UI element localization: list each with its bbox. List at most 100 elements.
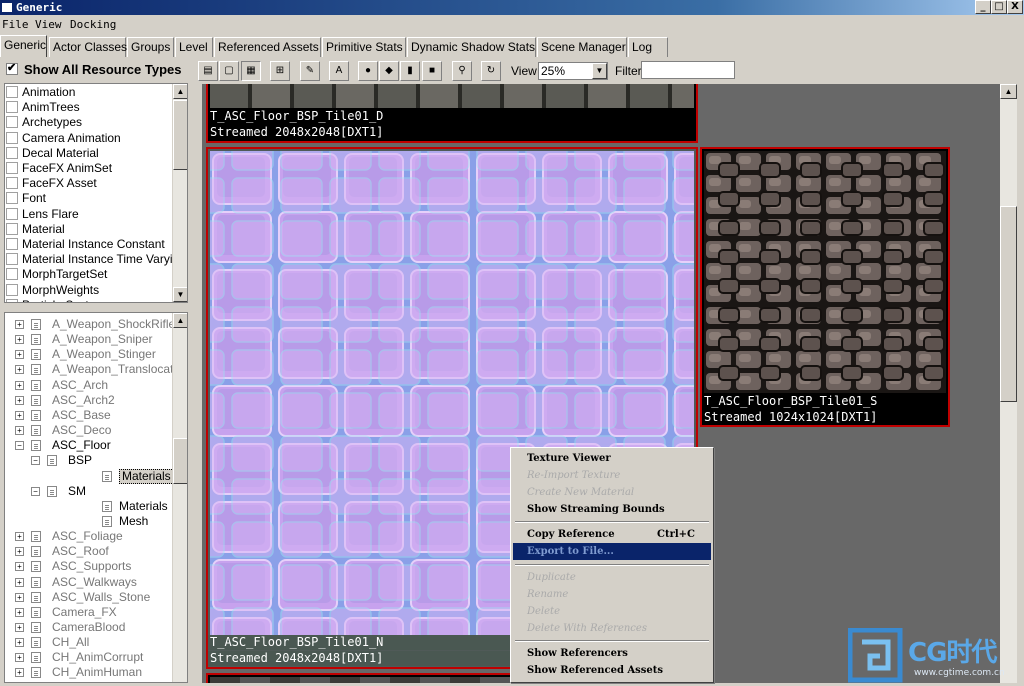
- tab-level[interactable]: Level: [175, 37, 213, 57]
- menu-item-delete-refs[interactable]: Delete With References: [513, 620, 711, 637]
- tree-item[interactable]: + ASC_Deco: [5, 423, 171, 438]
- resource-type-checkbox[interactable]: [6, 283, 18, 296]
- browser-scroll-thumb[interactable]: [1000, 206, 1017, 402]
- resource-list-scrollbar[interactable]: ▲ ▼: [172, 84, 187, 302]
- menu-item-show-referenced[interactable]: Show Referenced Assets: [513, 662, 711, 679]
- tab-groups[interactable]: Groups: [127, 37, 174, 57]
- resource-type-item[interactable]: AnimTrees: [5, 100, 175, 115]
- preview-view-icon[interactable]: ▢: [219, 61, 239, 81]
- tab-log[interactable]: Log: [628, 37, 668, 57]
- tab-primitive-stats[interactable]: Primitive Stats: [322, 37, 406, 57]
- collapse-icon[interactable]: −: [31, 486, 40, 496]
- binoculars-icon[interactable]: ⚲: [452, 61, 472, 81]
- scroll-thumb[interactable]: [173, 100, 187, 170]
- resource-type-checkbox[interactable]: [6, 86, 18, 98]
- resource-type-checkbox[interactable]: [6, 268, 18, 281]
- scroll-up-icon[interactable]: ▲: [173, 84, 187, 99]
- tree-item[interactable]: + CH_AnimCorrupt: [5, 650, 171, 665]
- tree-scroll-thumb[interactable]: [173, 438, 187, 484]
- tab-scene-manager[interactable]: Scene Manager: [537, 37, 627, 57]
- resource-type-checkbox[interactable]: [6, 238, 18, 250]
- tree-item[interactable]: + ASC_Arch: [5, 378, 171, 393]
- tree-item[interactable]: − SM: [5, 484, 171, 499]
- collapse-icon[interactable]: −: [31, 456, 40, 466]
- view-zoom-select[interactable]: 25% ▼: [538, 62, 608, 80]
- tree-item[interactable]: Materials: [5, 499, 171, 514]
- tab-referenced-assets[interactable]: Referenced Assets: [214, 37, 321, 57]
- show-all-checkbox[interactable]: [6, 61, 18, 75]
- close-button[interactable]: X: [1007, 0, 1023, 14]
- tree-item[interactable]: + ASC_Supports: [5, 559, 171, 574]
- resource-type-item[interactable]: MorphWeights: [5, 283, 175, 298]
- expand-icon[interactable]: +: [15, 320, 24, 329]
- resource-type-item[interactable]: FaceFX AnimSet: [5, 161, 175, 176]
- menu-item-show-streaming[interactable]: Show Streaming Bounds: [513, 501, 711, 518]
- tab-actor-classes[interactable]: Actor Classes: [49, 37, 127, 57]
- tree-item[interactable]: + Camera_FX: [5, 605, 171, 620]
- maximize-button[interactable]: □: [991, 0, 1007, 14]
- menu-item-export[interactable]: Export to File...: [513, 543, 711, 560]
- resource-type-checkbox[interactable]: [6, 116, 18, 129]
- thumbnail-view-icon[interactable]: ▦: [241, 61, 261, 81]
- expand-icon[interactable]: +: [15, 668, 24, 678]
- resource-type-item[interactable]: Font: [5, 191, 175, 206]
- expand-icon[interactable]: +: [15, 592, 24, 602]
- menu-item-duplicate[interactable]: Duplicate: [513, 569, 711, 586]
- resource-type-item[interactable]: FaceFX Asset: [5, 176, 175, 191]
- resource-type-checkbox[interactable]: [6, 101, 18, 114]
- plane-icon[interactable]: ■: [422, 61, 442, 81]
- asset-tile-diffuse[interactable]: T_ASC_Floor_BSP_Tile01_D Streamed 2048x2…: [206, 84, 698, 143]
- expand-icon[interactable]: +: [15, 335, 24, 345]
- expand-icon[interactable]: +: [15, 562, 24, 572]
- tree-item[interactable]: + ASC_Arch2: [5, 393, 171, 408]
- tree-item[interactable]: Materials: [5, 468, 174, 484]
- resource-type-item[interactable]: Material Instance Constant: [5, 237, 175, 252]
- sphere-icon[interactable]: ●: [358, 61, 378, 81]
- browser-scrollbar[interactable]: ▲: [1000, 84, 1017, 683]
- text-icon[interactable]: A: [329, 61, 349, 81]
- resource-type-checkbox[interactable]: [6, 146, 18, 159]
- tree-item[interactable]: + A_Weapon_Translocator: [5, 362, 184, 377]
- expand-icon[interactable]: +: [15, 547, 24, 557]
- minimize-button[interactable]: _: [975, 0, 991, 14]
- expand-icon[interactable]: +: [15, 350, 24, 360]
- expand-icon[interactable]: +: [15, 426, 24, 436]
- resource-type-checkbox[interactable]: [6, 162, 18, 174]
- tree-item[interactable]: − ASC_Floor: [5, 438, 171, 453]
- resource-type-checkbox[interactable]: [6, 131, 18, 144]
- tree-item[interactable]: − BSP: [5, 453, 171, 468]
- menu-item-show-referencers[interactable]: Show Referencers: [513, 645, 711, 662]
- resource-type-item[interactable]: Archetypes: [5, 115, 175, 130]
- menu-file[interactable]: File: [2, 18, 29, 31]
- browser-scroll-up-icon[interactable]: ▲: [1000, 84, 1017, 99]
- resource-type-item[interactable]: Decal Material: [5, 146, 175, 161]
- resource-type-item[interactable]: Animation: [5, 85, 175, 100]
- resource-type-checkbox[interactable]: [6, 177, 18, 190]
- menu-item-texture-viewer[interactable]: Texture Viewer: [513, 450, 711, 467]
- expand-icon[interactable]: +: [15, 623, 24, 632]
- expand-icon[interactable]: +: [15, 638, 24, 648]
- show-all-resource-types[interactable]: Show All Resource Types: [3, 61, 189, 80]
- brush-icon[interactable]: ✎: [300, 61, 320, 81]
- resource-type-item[interactable]: MorphTargetSet: [5, 267, 175, 282]
- tree-item[interactable]: Mesh: [5, 514, 171, 529]
- tree-item[interactable]: + ASC_Walkways: [5, 575, 171, 590]
- resource-type-checkbox[interactable]: [6, 298, 18, 302]
- grid-icon[interactable]: ⊞: [270, 61, 290, 81]
- tree-item[interactable]: + ASC_Foliage: [5, 529, 171, 544]
- resource-type-item[interactable]: Material: [5, 222, 175, 237]
- expand-icon[interactable]: +: [15, 380, 24, 390]
- resource-type-item[interactable]: Lens Flare: [5, 207, 175, 222]
- resource-type-checkbox[interactable]: [6, 207, 18, 220]
- tree-item[interactable]: + CH_All: [5, 635, 171, 650]
- menu-view[interactable]: View: [35, 18, 62, 31]
- asset-tile-specular[interactable]: T_ASC_Floor_BSP_Tile01_S Streamed 1024x1…: [700, 147, 950, 427]
- tree-scrollbar[interactable]: ▲: [172, 313, 187, 682]
- tree-item[interactable]: + A_Weapon_Sniper: [5, 332, 171, 347]
- menu-docking[interactable]: Docking: [70, 18, 116, 31]
- menu-item-rename[interactable]: Rename: [513, 586, 711, 603]
- cube-icon[interactable]: ◆: [379, 61, 399, 81]
- resource-type-item[interactable]: Material Instance Time Varying: [5, 252, 175, 267]
- tree-item[interactable]: + CH_AnimHuman: [5, 665, 171, 680]
- expand-icon[interactable]: +: [15, 365, 24, 375]
